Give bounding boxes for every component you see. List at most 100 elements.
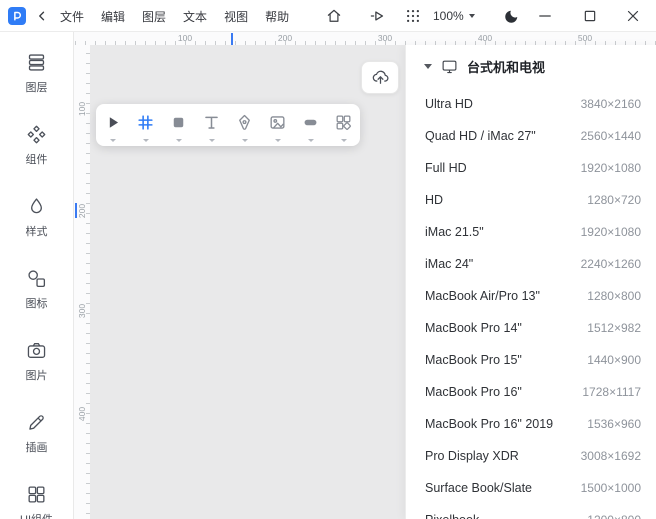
device-row[interactable]: MacBook Pro 16" 2019 1536×960 bbox=[406, 408, 656, 440]
sidebar-item-icons[interactable]: 图标 bbox=[0, 253, 73, 325]
sidebar-item-ui-kits[interactable]: UI组件 bbox=[0, 469, 73, 519]
ruler-position-marker bbox=[75, 203, 77, 218]
device-size: 2240×1260 bbox=[581, 257, 641, 271]
ruler-mark: 100 bbox=[178, 33, 192, 43]
upload-button[interactable] bbox=[361, 61, 399, 94]
device-row[interactable]: Ultra HD 3840×2160 bbox=[406, 88, 656, 120]
maximize-icon bbox=[581, 7, 599, 25]
ruler-mark: 200 bbox=[77, 203, 87, 219]
image-tool-button[interactable] bbox=[261, 104, 294, 146]
ruler-vertical[interactable]: 100 200 300 400 bbox=[74, 45, 90, 519]
device-row[interactable]: iMac 21.5" 1920×1080 bbox=[406, 216, 656, 248]
ruler-mark: 200 bbox=[278, 33, 292, 43]
shape-tool-button[interactable] bbox=[162, 104, 195, 146]
widgets-icon bbox=[334, 113, 353, 132]
icons-icon bbox=[26, 268, 47, 289]
logo-icon bbox=[9, 8, 25, 24]
menu-bar: 文件 编辑 图层 文本 视图 帮助 bbox=[60, 0, 289, 32]
zoom-value: 100% bbox=[433, 9, 464, 23]
device-row[interactable]: MacBook Pro 15" 1440×900 bbox=[406, 344, 656, 376]
text-t-icon bbox=[202, 113, 221, 132]
device-size: 1280×720 bbox=[587, 193, 641, 207]
pencil-icon bbox=[26, 412, 47, 433]
home-button[interactable] bbox=[320, 2, 348, 30]
device-row[interactable]: HD 1280×720 bbox=[406, 184, 656, 216]
device-name: MacBook Pro 16" bbox=[425, 385, 522, 399]
tool-caret-icon[interactable] bbox=[242, 139, 248, 142]
device-row[interactable]: MacBook Pro 16" 1728×1117 bbox=[406, 376, 656, 408]
component-tool-button[interactable] bbox=[327, 104, 360, 146]
device-row[interactable]: Pro Display XDR 3008×1692 bbox=[406, 440, 656, 472]
sidebar-item-images[interactable]: 图片 bbox=[0, 325, 73, 397]
device-size: 1728×1117 bbox=[582, 385, 641, 399]
dark-mode-button[interactable] bbox=[498, 2, 526, 30]
titlebar: 文件 编辑 图层 文本 视图 帮助 100% bbox=[0, 0, 656, 32]
device-size: 1920×1080 bbox=[581, 161, 641, 175]
device-size: 3840×2160 bbox=[581, 97, 641, 111]
menu-text[interactable]: 文本 bbox=[183, 8, 207, 25]
components-icon bbox=[26, 124, 47, 145]
zoom-control[interactable]: 100% bbox=[433, 6, 475, 26]
device-size: 1200×800 bbox=[587, 513, 641, 519]
field-tool-button[interactable] bbox=[294, 104, 327, 146]
tool-caret-icon[interactable] bbox=[275, 139, 281, 142]
canvas-toolbar bbox=[96, 104, 360, 146]
collapse-caret-icon[interactable] bbox=[424, 64, 432, 69]
frame-tool-button[interactable] bbox=[129, 104, 162, 146]
rounded-bar-icon bbox=[301, 113, 320, 132]
maximize-button[interactable] bbox=[576, 2, 604, 30]
pen-nib-icon bbox=[235, 113, 254, 132]
ruler-horizontal[interactable]: 100 200 300 400 500 bbox=[74, 32, 656, 45]
apps-grid-button[interactable] bbox=[399, 2, 427, 30]
tool-caret-icon[interactable] bbox=[308, 139, 314, 142]
menu-view[interactable]: 视图 bbox=[224, 8, 248, 25]
tool-caret-icon[interactable] bbox=[209, 139, 215, 142]
device-row[interactable]: Surface Book/Slate 1500×1000 bbox=[406, 472, 656, 504]
device-size: 1440×900 bbox=[587, 353, 641, 367]
sidebar-item-illustrations[interactable]: 插画 bbox=[0, 397, 73, 469]
ruler-mark: 400 bbox=[77, 406, 87, 422]
ruler-position-marker bbox=[231, 33, 233, 45]
tool-caret-icon[interactable] bbox=[341, 139, 347, 142]
device-name: Full HD bbox=[425, 161, 467, 175]
sidebar-item-layers[interactable]: 图层 bbox=[0, 37, 73, 109]
cloud-upload-icon bbox=[371, 68, 390, 87]
device-name: MacBook Pro 14" bbox=[425, 321, 522, 335]
move-tool-button[interactable] bbox=[96, 104, 129, 146]
menu-layer[interactable]: 图层 bbox=[142, 8, 166, 25]
device-row[interactable]: Quad HD / iMac 27" 2560×1440 bbox=[406, 120, 656, 152]
menu-help[interactable]: 帮助 bbox=[265, 8, 289, 25]
device-row[interactable]: MacBook Air/Pro 13" 1280×800 bbox=[406, 280, 656, 312]
present-play-icon bbox=[368, 7, 386, 25]
device-size: 3008×1692 bbox=[581, 449, 641, 463]
back-chevron-button[interactable] bbox=[28, 2, 56, 30]
device-size: 1536×960 bbox=[587, 417, 641, 431]
sidebar-item-styles[interactable]: 样式 bbox=[0, 181, 73, 253]
sidebar-item-label: 样式 bbox=[26, 223, 48, 239]
device-size: 1920×1080 bbox=[581, 225, 641, 239]
tool-caret-icon[interactable] bbox=[176, 139, 182, 142]
tool-caret-icon[interactable] bbox=[110, 139, 116, 142]
app-logo[interactable] bbox=[8, 7, 26, 25]
sidebar-item-components[interactable]: 组件 bbox=[0, 109, 73, 181]
menu-edit[interactable]: 编辑 bbox=[101, 8, 125, 25]
sidebar-item-label: 插画 bbox=[26, 439, 48, 455]
minimize-button[interactable] bbox=[531, 2, 559, 30]
device-preset-panel: 台式机和电视 Ultra HD 3840×2160 Quad HD / iMac… bbox=[405, 45, 656, 519]
layers-icon bbox=[26, 52, 47, 73]
device-name: MacBook Pro 16" 2019 bbox=[425, 417, 553, 431]
app-window: 文件 编辑 图层 文本 视图 帮助 100% bbox=[0, 0, 656, 519]
device-row[interactable]: MacBook Pro 14" 1512×982 bbox=[406, 312, 656, 344]
device-row[interactable]: Pixelbook 1200×800 bbox=[406, 504, 656, 519]
text-tool-button[interactable] bbox=[195, 104, 228, 146]
panel-header[interactable]: 台式机和电视 bbox=[406, 45, 656, 88]
device-name: Surface Book/Slate bbox=[425, 481, 532, 495]
menu-file[interactable]: 文件 bbox=[60, 8, 84, 25]
device-row[interactable]: Full HD 1920×1080 bbox=[406, 152, 656, 184]
present-button[interactable] bbox=[363, 2, 391, 30]
device-row[interactable]: iMac 24" 2240×1260 bbox=[406, 248, 656, 280]
tool-caret-icon[interactable] bbox=[143, 139, 149, 142]
close-button[interactable] bbox=[619, 2, 647, 30]
device-size: 2560×1440 bbox=[581, 129, 641, 143]
pen-tool-button[interactable] bbox=[228, 104, 261, 146]
